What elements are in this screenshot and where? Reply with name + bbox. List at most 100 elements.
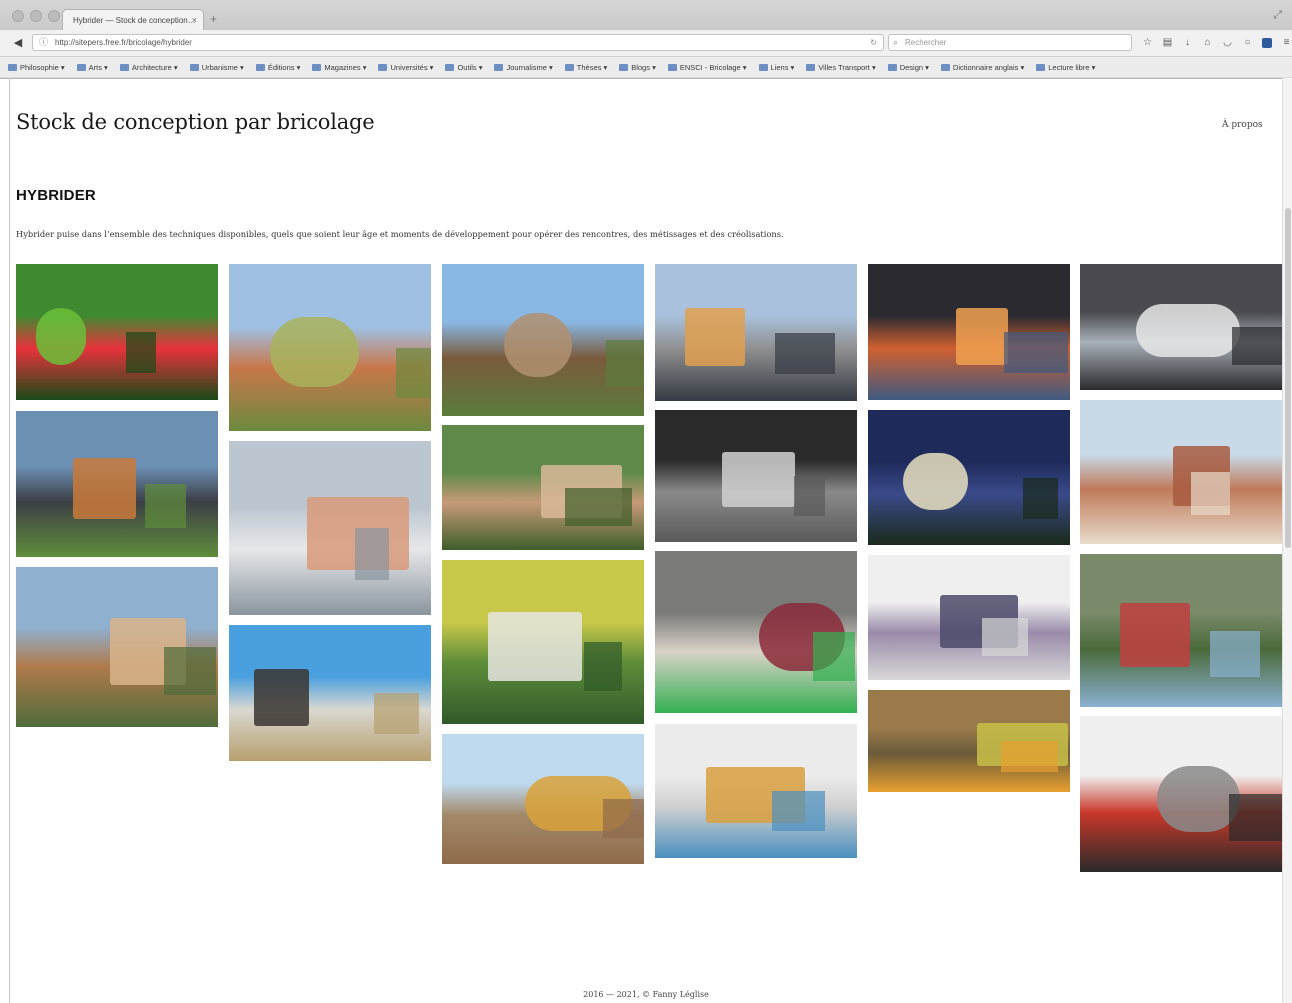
bookmark-label: Urbanisme ▾ (201, 62, 244, 72)
bookmark-item[interactable]: Liens ▾ (758, 62, 795, 72)
reading-list-icon[interactable]: ▤ (1162, 36, 1173, 50)
photo-detail (126, 332, 156, 373)
photo-brick-house[interactable] (1080, 400, 1282, 544)
bookmark-label: Liens ▾ (770, 62, 795, 72)
photo-detail (1001, 741, 1058, 772)
bookmark-item[interactable]: Thèses ▾ (564, 62, 608, 72)
back-arrow-icon[interactable]: ◀ (10, 35, 26, 51)
photo-detail (145, 484, 186, 528)
bookmark-label: Thèses ▾ (576, 62, 608, 72)
bookmark-item[interactable]: Lecture libre ▾ (1036, 63, 1095, 72)
photo-detail (1023, 478, 1058, 519)
bookmark-label: Lecture libre ▾ (1048, 62, 1096, 72)
extension-icon[interactable] (1262, 38, 1272, 48)
bookmark-item[interactable]: ENSCI - Bricolage ▾ (667, 63, 747, 72)
photo-detail (722, 452, 795, 507)
new-tab-icon[interactable]: + (210, 12, 217, 26)
scrollbar[interactable] (1282, 78, 1292, 1003)
reload-icon[interactable]: ↻ (870, 35, 877, 50)
folder-icon (312, 63, 322, 71)
bookmark-star-icon[interactable]: ☆ (1142, 36, 1153, 50)
minimize-window-icon[interactable] (30, 10, 42, 22)
photo-aerial-coast[interactable] (1080, 264, 1282, 390)
photo-modular-housing-block[interactable] (16, 411, 218, 557)
bookmark-item[interactable]: Universités ▾ (378, 63, 433, 72)
photo-detail (772, 791, 825, 831)
photo-detail (685, 308, 745, 366)
photo-curved-building-dusk[interactable] (655, 264, 857, 401)
bookmark-item[interactable]: Design ▾ (887, 63, 929, 72)
tab-close-icon[interactable]: × (192, 10, 197, 30)
folder-icon (494, 63, 504, 71)
folder-icon (564, 63, 574, 71)
bookmark-item[interactable]: Dictionnaire anglais ▾ (940, 62, 1025, 72)
section-description: Hybrider puise dans l’ensemble des techn… (16, 229, 784, 239)
navigation-bar: ◀ ⓘ http://sitepers.free.fr/bricolage/hy… (0, 30, 1292, 57)
photo-detail (36, 308, 86, 365)
toolbar-icons: ☆ ▤ ↓ ⌂ ◡ ○ ≡ (1142, 36, 1292, 50)
photo-village-street[interactable] (442, 264, 644, 416)
fullscreen-icon[interactable]: ⤢ (1273, 9, 1282, 22)
bookmark-label: Villes Transport ▾ (818, 62, 876, 72)
site-info-icon[interactable]: ⓘ (39, 35, 48, 50)
photo-rooftop-workshop[interactable] (442, 425, 644, 550)
photo-earth-school-tree[interactable] (16, 567, 218, 727)
url-text: http://sitepers.free.fr/bricolage/hybrid… (55, 38, 192, 47)
photo-exhibition-room[interactable] (655, 724, 857, 858)
photo-aerial-fields[interactable] (442, 560, 644, 724)
about-link[interactable]: À propos (1222, 120, 1263, 130)
bookmark-item[interactable]: Éditions ▾ (255, 63, 300, 72)
folder-icon (806, 63, 816, 71)
pocket-icon[interactable]: ◡ (1222, 36, 1233, 50)
download-icon[interactable]: ↓ (1182, 36, 1193, 50)
scroll-thumb[interactable] (1285, 208, 1291, 548)
bookmark-label: Dictionnaire anglais ▾ (952, 62, 1025, 72)
zoom-window-icon[interactable] (48, 10, 60, 22)
photo-warka-water-tower[interactable] (229, 264, 431, 431)
site-title[interactable]: Stock de conception par bricolage (16, 110, 375, 134)
photo-grid-installation[interactable] (655, 551, 857, 713)
folder-icon (445, 63, 455, 71)
section-title: HYBRIDER (16, 187, 96, 204)
photo-hand-plastic-object[interactable] (229, 441, 431, 615)
bookmark-item[interactable]: Outils ▾ (445, 63, 482, 72)
bookmark-item[interactable]: Magazines ▾ (312, 63, 366, 72)
photo-detail (1136, 304, 1240, 357)
photo-detail (1004, 332, 1068, 373)
photo-lit-building-night[interactable] (868, 410, 1070, 545)
photo-detail (956, 308, 1008, 365)
home-icon[interactable]: ⌂ (1202, 36, 1213, 50)
close-window-icon[interactable] (12, 10, 24, 22)
photo-sketch-figures[interactable] (868, 555, 1070, 680)
folder-icon (76, 63, 86, 71)
photo-colored-columns[interactable] (16, 264, 218, 400)
photo-detail (1229, 794, 1282, 841)
bookmark-item[interactable]: Villes Transport ▾ (806, 62, 876, 72)
bookmark-label: Blogs ▾ (631, 62, 656, 72)
bookmark-item[interactable]: Philosophie ▾ (8, 63, 65, 72)
photo-wooden-wall[interactable] (868, 690, 1070, 792)
bookmark-item[interactable]: Arts ▾ (76, 63, 108, 72)
photo-detail (982, 618, 1028, 656)
url-bar[interactable]: ⓘ http://sitepers.free.fr/bricolage/hybr… (32, 34, 884, 51)
bookmark-item[interactable]: Blogs ▾ (619, 63, 656, 72)
footer: 2016 — 2021, © Fanny Léglise (583, 990, 709, 999)
sync-icon[interactable]: ○ (1242, 36, 1253, 50)
bookmark-item[interactable]: Urbanisme ▾ (189, 62, 244, 72)
bookmark-item[interactable]: Architecture ▾ (119, 63, 178, 72)
photo-aerial-city-park[interactable] (1080, 554, 1282, 707)
page-border (9, 78, 10, 1003)
photo-red-container-facade[interactable] (1080, 716, 1282, 872)
photo-detail (813, 632, 855, 681)
photo-colorful-hillside[interactable] (442, 734, 644, 864)
photo-detail (254, 669, 309, 726)
photo-black-white-crowd[interactable] (655, 410, 857, 542)
photo-sandbag-dome[interactable] (229, 625, 431, 761)
menu-icon[interactable]: ≡ (1281, 36, 1292, 50)
search-box[interactable]: ⌕ Rechercher (888, 34, 1132, 51)
browser-tab[interactable]: Hybrider — Stock de conception… × (62, 9, 204, 30)
photo-canopy-night[interactable] (868, 264, 1070, 400)
bookmark-label: Journalisme ▾ (506, 62, 553, 72)
photo-detail (903, 453, 968, 510)
bookmark-item[interactable]: Journalisme ▾ (494, 62, 553, 72)
